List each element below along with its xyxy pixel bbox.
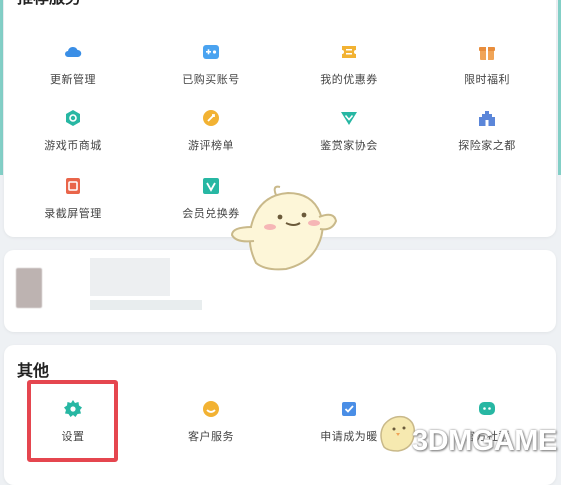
mascot-chick-illustration [230, 185, 338, 271]
vip-coupon-icon [203, 178, 219, 194]
grid-item-label: 限时福利 [464, 74, 510, 86]
coupon-icon [342, 46, 356, 58]
grid-item-game-review-ranking[interactable]: 游评榜单 [142, 108, 280, 153]
grid-item-label: 游戏币商城 [44, 140, 102, 152]
castle-icon [479, 111, 495, 126]
recommend-section-title: 推荐服务 [17, 0, 81, 8]
grid-item-label: 我的优惠券 [320, 74, 378, 86]
grid-item-label: 客户服务 [188, 431, 234, 443]
grid-item-purchased-accounts[interactable]: 已购买账号 [142, 42, 280, 87]
blurred-text-block [90, 258, 170, 296]
grid-item-label: 游评榜单 [188, 140, 234, 152]
left-accent-edge [0, 0, 3, 175]
grid-item-customer-service[interactable]: 客户服务 [142, 399, 280, 444]
grid-item-label: 更新管理 [50, 74, 96, 86]
grid-item-label: 探险家之都 [458, 140, 516, 152]
connoisseur-icon [341, 112, 357, 125]
settings-highlight-frame [27, 380, 118, 462]
cloud-icon [65, 46, 82, 57]
grid-item-connoisseur-association[interactable]: 鉴赏家协会 [280, 108, 418, 153]
apply-icon [342, 402, 356, 416]
customer-service-icon [203, 401, 219, 417]
grid-item-label: 鉴赏家协会 [320, 140, 378, 152]
grid-item-explorer-capital[interactable]: 探险家之都 [418, 108, 556, 153]
grid-item-my-coupons[interactable]: 我的优惠券 [280, 42, 418, 87]
grid-item-update-manager[interactable]: 更新管理 [4, 42, 142, 87]
gift-icon [479, 47, 495, 60]
grid-item-limited-benefits[interactable]: 限时福利 [418, 42, 556, 87]
grid-item-coin-shop[interactable]: 游戏币商城 [4, 108, 142, 153]
gamepad-icon [203, 45, 219, 59]
coin-shop-icon [66, 110, 80, 126]
grid-item-label: 已购买账号 [182, 74, 240, 86]
community-icon [479, 402, 495, 415]
grid-item-label: 录截屏管理 [44, 208, 102, 220]
blurred-thumbnail [16, 268, 42, 308]
blurred-text-line [90, 300, 202, 310]
other-section-title: 其他 [17, 363, 50, 380]
record-icon [66, 178, 80, 194]
ranking-icon [203, 110, 219, 126]
watermark-3dmgame: 3DMGAME [412, 425, 557, 457]
grid-item-recording-screenshot-manager[interactable]: 录截屏管理 [4, 176, 142, 221]
